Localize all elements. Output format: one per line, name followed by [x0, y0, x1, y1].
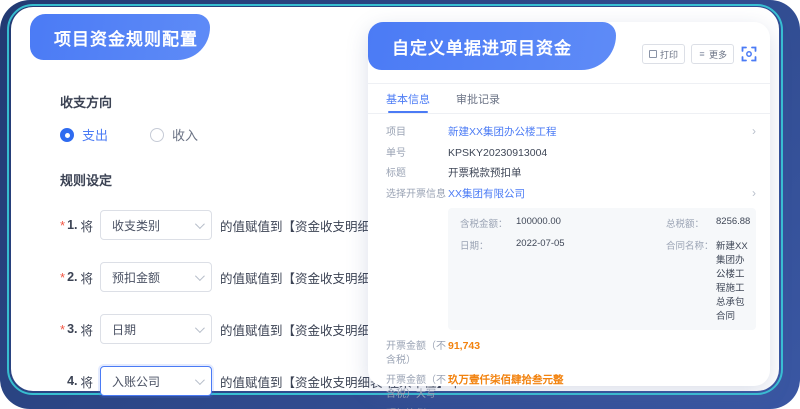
- tab-basic-info-label: 基本信息: [386, 91, 430, 107]
- field-label: 标题: [386, 166, 448, 181]
- chevron-right-icon[interactable]: ›: [744, 125, 756, 137]
- left-panel-title-text: 项目资金规则配置: [54, 25, 198, 50]
- rule-1-field-value: 收支类别: [112, 217, 160, 234]
- field-label: 项目: [386, 125, 448, 140]
- direction-radio-group: 支出 收入: [60, 125, 352, 144]
- field-invoice-amount: 开票金额（不含税） 91,743: [386, 336, 756, 370]
- detail-tabs: 基本信息 审批记录: [368, 84, 770, 114]
- chevron-down-icon: [195, 271, 205, 281]
- rule-4-field-select[interactable]: 入账公司: [100, 366, 212, 396]
- invoice-company-link[interactable]: XX集团有限公司: [448, 187, 744, 201]
- rule-1-field-select[interactable]: 收支类别: [100, 210, 212, 240]
- more-button[interactable]: ≡ 更多: [691, 44, 734, 64]
- rule-3-field-select[interactable]: 日期: [100, 314, 212, 344]
- rule-word-set: 将: [81, 216, 94, 235]
- rule-word-set: 将: [81, 372, 94, 391]
- field-label: 单号: [386, 146, 448, 161]
- rule-2-field-select[interactable]: 预扣金额: [100, 262, 212, 292]
- marketing-frame: 项目资金规则配置 收支方向 支出 收入 规则设定 *: [0, 0, 800, 409]
- required-marker: *: [60, 322, 65, 337]
- contract-summary-box: 含税金额： 100000.00 总税额： 8256.88 日期： 2022-07…: [448, 208, 756, 330]
- contract-name-label: 合同名称：: [666, 238, 716, 252]
- invoice-amount-caps-value: 玖万壹仟柒佰肆拾叁元整: [448, 373, 756, 387]
- rule-config-panel: 项目资金规则配置 收支方向 支出 收入 规则设定 *: [30, 14, 370, 391]
- rule-number: 3.: [67, 322, 77, 336]
- title-value: 开票税款预扣单: [448, 166, 756, 180]
- field-project: 项目 新建XX集团办公楼工程 ›: [386, 122, 756, 143]
- radio-expense[interactable]: 支出: [60, 125, 108, 144]
- radio-income-label: 收入: [172, 125, 198, 144]
- radio-unselected-icon: [150, 128, 164, 142]
- required-marker: *: [60, 218, 65, 233]
- rule-row-1: * 1. 将 收支类别 的值赋值到【资金收支明细表-收支类别】中: [60, 199, 352, 251]
- field-invoice-info: 选择开票信息 XX集团有限公司 ›: [386, 184, 756, 205]
- invoice-amount-value: 91,743: [448, 339, 756, 353]
- field-title: 标题 开票税款预扣单: [386, 163, 756, 184]
- field-invoice-amount-caps: 开票金额（不含税）大写 玖万壹仟柒佰肆拾叁元整: [386, 370, 756, 404]
- more-button-label: 更多: [709, 48, 727, 61]
- rule-2-field-value: 预扣金额: [112, 269, 160, 286]
- rule-word-set: 将: [81, 320, 94, 339]
- chevron-down-icon: [195, 323, 205, 333]
- chevron-down-icon: [195, 219, 205, 229]
- rule-number: 2.: [67, 270, 77, 284]
- right-panel-title-text: 自定义单据进项目资金: [392, 34, 572, 59]
- document-detail-panel: 自定义单据进项目资金 打印 ≡ 更多: [368, 22, 770, 386]
- print-button[interactable]: 打印: [642, 44, 685, 64]
- radio-income[interactable]: 收入: [150, 125, 198, 144]
- tab-approval-record-label: 审批记录: [456, 91, 500, 107]
- contract-date-value: 2022-07-05: [516, 238, 666, 249]
- right-panel-title: 自定义单据进项目资金: [368, 22, 616, 70]
- field-doc-no: 单号 KPSKY20230913004: [386, 143, 756, 164]
- radio-selected-icon: [60, 128, 74, 142]
- rule-number: 1.: [67, 218, 77, 232]
- tab-basic-info[interactable]: 基本信息: [386, 84, 430, 113]
- chevron-right-icon[interactable]: ›: [744, 187, 756, 199]
- contract-name-value: 新建XX集团办公楼工程施工总承包合同: [716, 238, 750, 322]
- rule-row-4: * 4. 将 入账公司 的值赋值到【资金收支明细表-往来单位】中: [60, 355, 352, 407]
- required-marker: *: [60, 270, 65, 285]
- total-tax-label: 总税额：: [666, 216, 716, 230]
- contract-date-label: 日期：: [460, 238, 516, 252]
- detail-toolbar: 打印 ≡ 更多: [642, 44, 758, 64]
- field-withhold-ratio: 预扣比例 6.00%: [386, 404, 756, 409]
- field-label: 开票金额（不含税）: [386, 339, 448, 367]
- more-icon: ≡: [698, 50, 706, 58]
- printer-icon: [649, 50, 657, 58]
- rule-number: 4.: [67, 374, 77, 388]
- print-button-label: 打印: [660, 48, 678, 61]
- rule-row-3: * 3. 将 日期 的值赋值到【资金收支明细表-收支日期】中: [60, 303, 352, 355]
- field-label: 选择开票信息: [386, 187, 448, 202]
- left-panel-title: 项目资金规则配置: [30, 14, 210, 60]
- doc-no-value: KPSKY20230913004: [448, 146, 756, 160]
- tab-approval-record[interactable]: 审批记录: [456, 84, 500, 113]
- rule-3-field-value: 日期: [112, 321, 136, 338]
- total-tax-value: 8256.88: [716, 216, 750, 227]
- page-canvas: 项目资金规则配置 收支方向 支出 收入 规则设定 *: [11, 7, 779, 391]
- contract-amount-label: 含税金额：: [460, 216, 516, 230]
- direction-section-label: 收支方向: [60, 92, 352, 111]
- rule-word-set: 将: [81, 268, 94, 287]
- rules-section-label: 规则设定: [60, 170, 352, 189]
- contract-amount-value: 100000.00: [516, 216, 666, 227]
- rule-4-field-value: 入账公司: [112, 373, 160, 390]
- radio-expense-label: 支出: [82, 125, 108, 144]
- project-link[interactable]: 新建XX集团办公楼工程: [448, 125, 744, 139]
- field-label: 开票金额（不含税）大写: [386, 373, 448, 401]
- rule-row-2: * 2. 将 预扣金额 的值赋值到【资金收支明细表-金额】中: [60, 251, 352, 303]
- chevron-down-icon: [195, 375, 205, 385]
- fullscreen-icon[interactable]: [740, 45, 758, 63]
